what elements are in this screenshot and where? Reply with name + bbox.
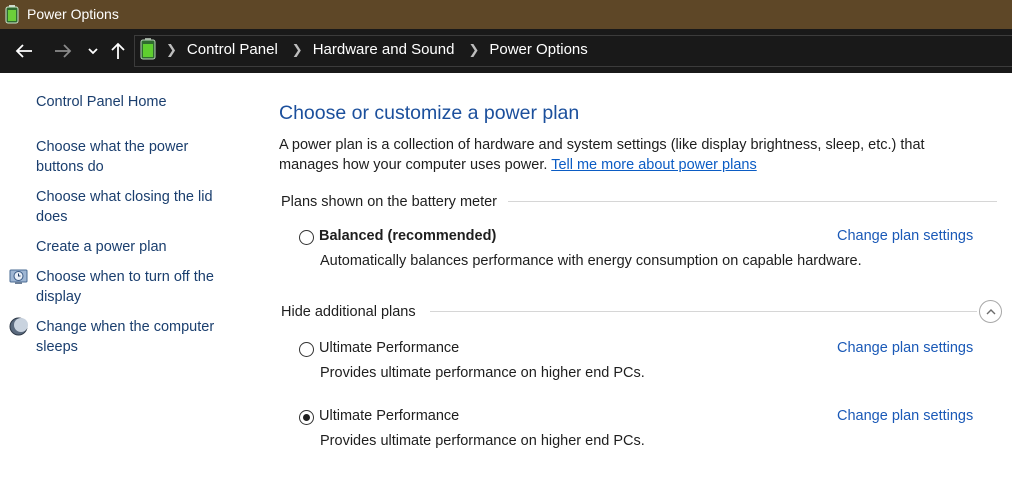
- description-line: A power plan is a collection of hardware…: [279, 137, 925, 153]
- recent-locations-button[interactable]: [85, 39, 101, 63]
- sidebar: Control Panel Home Choose what the power…: [0, 73, 250, 503]
- sidebar-link-label: Change when the computer: [36, 319, 215, 335]
- change-plan-settings-link[interactable]: Change plan settings: [837, 340, 973, 356]
- chevron-up-circle-icon: [986, 308, 995, 314]
- plan-description: Automatically balances performance with …: [320, 253, 862, 269]
- collapse-additional-plans-button[interactable]: [979, 300, 1002, 323]
- sidebar-link-label: display: [36, 289, 82, 305]
- additional-plans-header[interactable]: Hide additional plans: [281, 304, 424, 320]
- plan-name-balanced[interactable]: Balanced (recommended): [319, 228, 496, 244]
- change-plan-settings-link[interactable]: Change plan settings: [837, 228, 973, 244]
- plan-name-ultimate-2[interactable]: Ultimate Performance: [319, 408, 459, 424]
- sidebar-link-power-buttons[interactable]: Choose what the power buttons do: [36, 137, 236, 177]
- window-title: Power Options: [27, 6, 119, 22]
- page-title: Choose or customize a power plan: [279, 102, 580, 124]
- plan-radio-balanced[interactable]: [299, 230, 314, 245]
- plan-name-ultimate-1[interactable]: Ultimate Performance: [319, 340, 459, 356]
- sidebar-link-label: Choose what closing the lid: [36, 189, 213, 205]
- sidebar-link-label: Choose what the power: [36, 139, 189, 155]
- breadcrumb-control-panel[interactable]: Control Panel: [187, 41, 278, 58]
- learn-more-link[interactable]: Tell me more about power plans: [551, 157, 757, 173]
- change-plan-settings-link[interactable]: Change plan settings: [837, 408, 973, 424]
- sidebar-link-create-plan[interactable]: Create a power plan: [36, 237, 236, 257]
- breadcrumb: ❯ Control Panel ❯ Hardware and Sound ❯ P…: [166, 41, 602, 58]
- description-line-2: manages how your computer uses power. Te…: [279, 155, 979, 175]
- group-divider: [430, 311, 977, 312]
- sidebar-link-turn-off-display[interactable]: Choose when to turn off the display: [36, 267, 236, 307]
- up-button[interactable]: [108, 39, 128, 63]
- breadcrumb-separator-icon[interactable]: ❯: [166, 42, 177, 58]
- recent-locations-chevron-icon: [88, 48, 98, 55]
- back-button[interactable]: [12, 39, 36, 63]
- power-options-battery-icon: [140, 38, 156, 60]
- forward-arrow-icon: [55, 44, 72, 58]
- sidebar-link-label: does: [36, 209, 68, 225]
- up-arrow-icon: [111, 42, 125, 59]
- page-description: A power plan is a collection of hardware…: [279, 135, 979, 175]
- back-arrow-icon: [15, 44, 32, 58]
- plan-description: Provides ultimate performance on higher …: [320, 433, 645, 449]
- display-timer-icon: [9, 269, 28, 284]
- breadcrumb-separator-icon[interactable]: ❯: [468, 42, 479, 58]
- main-content: Choose or customize a power plan A power…: [250, 73, 1012, 503]
- title-bar: Power Options: [0, 0, 1012, 29]
- plan-radio-ultimate-2[interactable]: [299, 410, 314, 425]
- breadcrumb-hardware-and-sound[interactable]: Hardware and Sound: [313, 41, 455, 58]
- sidebar-link-label: sleeps: [36, 339, 78, 355]
- sidebar-link-control-panel-home[interactable]: Control Panel Home: [36, 92, 236, 112]
- battery-plans-header: Plans shown on the battery meter: [281, 194, 506, 210]
- sidebar-link-computer-sleeps[interactable]: Change when the computer sleeps: [36, 317, 236, 357]
- sidebar-link-label: Create a power plan: [36, 239, 167, 255]
- breadcrumb-separator-icon[interactable]: ❯: [292, 42, 303, 58]
- sidebar-link-closing-lid[interactable]: Choose what closing the lid does: [36, 187, 236, 227]
- breadcrumb-power-options[interactable]: Power Options: [489, 41, 587, 58]
- sidebar-link-label: buttons do: [36, 159, 104, 175]
- description-text: manages how your computer uses power.: [279, 157, 548, 173]
- sidebar-link-label: Choose when to turn off the: [36, 269, 214, 285]
- sleep-moon-icon: [9, 317, 28, 336]
- plan-description: Provides ultimate performance on higher …: [320, 365, 645, 381]
- plan-radio-ultimate-1[interactable]: [299, 342, 314, 357]
- group-divider: [508, 201, 997, 202]
- power-options-battery-icon: [5, 5, 19, 24]
- forward-button[interactable]: [51, 39, 75, 63]
